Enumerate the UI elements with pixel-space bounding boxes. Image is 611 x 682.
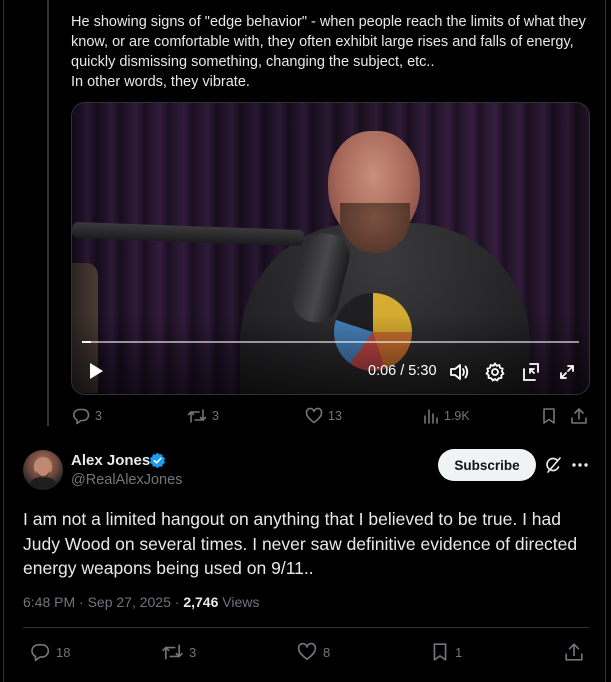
post-view-count: 2,746 bbox=[183, 594, 219, 610]
video-time: 0:06 / 5:30 bbox=[368, 363, 437, 379]
post-timestamp[interactable]: 6:48 PM · Sep 27, 2025 · bbox=[23, 594, 183, 610]
repost-icon bbox=[187, 409, 207, 423]
post-views-label: Views bbox=[218, 594, 260, 610]
bookmark-icon bbox=[433, 643, 447, 661]
heart-icon bbox=[305, 407, 323, 424]
repost-button[interactable]: 3 bbox=[187, 407, 219, 425]
video-progress-bar[interactable] bbox=[82, 341, 579, 343]
video-player[interactable]: 0:06 / 5:30 bbox=[71, 102, 590, 395]
post-repost-button[interactable]: 3 bbox=[161, 642, 196, 662]
subscribe-button[interactable]: Subscribe bbox=[438, 449, 536, 481]
column-border-right bbox=[605, 0, 606, 682]
post-repost-count: 3 bbox=[189, 644, 197, 660]
post-reply-button[interactable]: 18 bbox=[29, 642, 70, 662]
settings-gear-icon[interactable] bbox=[484, 361, 506, 383]
views-chart-icon bbox=[424, 409, 438, 424]
post-share-button[interactable] bbox=[564, 642, 584, 662]
parent-post-text: He showing signs of "edge behavior" - wh… bbox=[71, 14, 586, 90]
like-button[interactable]: 13 bbox=[305, 407, 342, 425]
post-meta: 6:48 PM · Sep 27, 2025 · 2,746 Views bbox=[23, 594, 259, 610]
fullscreen-icon[interactable] bbox=[556, 361, 578, 383]
thread-line bbox=[47, 0, 49, 426]
post-like-count: 8 bbox=[323, 644, 331, 660]
reply-icon bbox=[31, 643, 50, 662]
video-controls-shade bbox=[72, 314, 589, 394]
post-like-button[interactable]: 8 bbox=[296, 642, 330, 662]
post-bookmark-button[interactable]: 1 bbox=[430, 642, 462, 662]
share-icon bbox=[565, 643, 583, 661]
divider bbox=[23, 627, 589, 628]
bookmark-button[interactable] bbox=[541, 407, 557, 425]
reply-button[interactable]: 3 bbox=[72, 407, 102, 425]
views-button[interactable]: 1.9K bbox=[423, 407, 470, 425]
reply-icon bbox=[73, 408, 90, 425]
avatar[interactable] bbox=[23, 450, 63, 490]
volume-icon[interactable] bbox=[448, 361, 470, 383]
like-count: 13 bbox=[328, 409, 342, 423]
post-reply-count: 18 bbox=[56, 644, 71, 660]
reply-count: 3 bbox=[95, 409, 102, 423]
video-progress-fill bbox=[82, 341, 91, 343]
verified-badge-icon bbox=[149, 452, 166, 469]
repost-count: 3 bbox=[212, 409, 219, 423]
more-options-icon[interactable] bbox=[570, 456, 590, 474]
play-icon[interactable] bbox=[86, 361, 106, 381]
share-button[interactable] bbox=[570, 407, 588, 425]
bookmark-icon bbox=[543, 408, 555, 424]
author-handle[interactable]: @RealAlexJones bbox=[71, 472, 182, 488]
heart-icon bbox=[297, 642, 317, 661]
post-bookmark-count: 1 bbox=[455, 644, 463, 660]
view-count: 1.9K bbox=[444, 409, 470, 423]
picture-in-picture-icon[interactable] bbox=[520, 361, 542, 383]
grok-icon[interactable] bbox=[544, 456, 562, 474]
author-name[interactable]: Alex Jones bbox=[71, 452, 150, 469]
share-icon bbox=[571, 408, 587, 424]
column-border-left bbox=[3, 0, 4, 682]
post-text: I am not a limited hangout on anything t… bbox=[23, 509, 578, 578]
repost-icon bbox=[162, 644, 183, 660]
